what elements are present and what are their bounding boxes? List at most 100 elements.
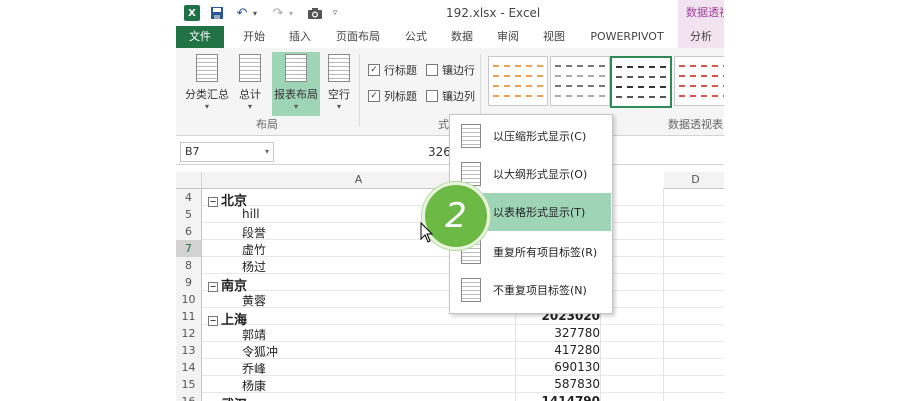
subtotals-icon [196,54,218,82]
row-headers-checkbox[interactable]: ✓ 行标题 [368,62,417,78]
cell-b-value[interactable]: 327780 [516,326,600,340]
redo-icon[interactable]: ↷ [270,4,286,22]
menu-item-label: 不重复项目标签(N) [493,284,587,297]
row-header-7[interactable]: 7 [176,240,202,258]
cell-b-value[interactable]: 690130 [516,360,600,374]
pivot-item-label[interactable]: 段誉 [242,224,266,241]
pivot-item-label[interactable]: 令狐冲 [242,343,278,360]
row-header-16[interactable]: 16 [176,393,202,401]
row-header-8[interactable]: 8 [176,257,202,275]
collapse-icon[interactable]: − [208,282,218,292]
menu-item-compact-form[interactable]: 以压缩形式显示(C) [451,117,611,155]
grand-totals-button[interactable]: 总计 ▾ [232,54,268,111]
pivot-style-orange[interactable] [488,56,548,106]
tab-analyze[interactable]: 分析 [678,26,724,48]
subtotals-button[interactable]: 分类汇总 ▾ [180,54,234,111]
menu-item-label: 以表格形式显示(T) [493,206,586,219]
row-header-4[interactable]: 4 [176,189,202,207]
tab-data[interactable]: 数据 [444,26,480,48]
cell-a-text: 杨康 [242,379,267,393]
title-bar: X ↶ ▾ ↷ ▾ ▿ 192.xlsx - Excel 数据透视 [176,0,724,26]
row-header-14[interactable]: 14 [176,359,202,377]
pivot-item-label[interactable]: 杨过 [242,258,266,275]
pivot-tools-context-title: 数据透视 [678,0,724,26]
tab-review[interactable]: 审阅 [490,26,526,48]
pivot-style-dark-selected[interactable] [610,56,672,108]
column-header-d[interactable]: D [664,172,724,189]
cell-b-value[interactable]: 1414790 [516,394,600,401]
row-header-13[interactable]: 13 [176,342,202,360]
collapse-icon[interactable]: − [208,197,218,207]
redo-dropdown-icon[interactable]: ▾ [286,4,296,22]
blank-rows-label: 空行 [328,88,350,101]
undo-icon[interactable]: ↶ [234,4,250,22]
pivot-item-label[interactable]: hill [242,207,260,221]
cell-a-text: 郭靖 [242,328,267,342]
group-label-layout: 布局 [256,118,278,131]
cell-a-text: 乔峰 [242,362,267,376]
tab-file[interactable]: 文件 [176,26,224,48]
banded-rows-checkbox[interactable]: 镶边行 [426,62,475,78]
pivot-style-red[interactable] [674,56,724,106]
window-title: 192.xlsx - Excel [446,6,541,20]
menu-item-label: 以大纲形式显示(O) [493,168,588,181]
chevron-down-icon: ▾ [204,102,209,111]
tab-insert[interactable]: 插入 [282,26,318,48]
checkmark-icon: ✓ [368,64,380,76]
pivot-item-label[interactable]: 杨康 [242,377,266,394]
menu-item-label: 以压缩形式显示(C) [493,130,587,143]
row-header-10[interactable]: 10 [176,291,202,309]
grid-line [202,341,724,342]
customize-qat-icon[interactable]: ▿ [330,4,340,22]
row-header-9[interactable]: 9 [176,274,202,292]
compact-form-icon [461,124,481,148]
ribbon-tabs: 文件 开始 插入 页面布局 公式 数据 审阅 视图 POWERPIVOT 分析 [176,26,724,49]
row-header-11[interactable]: 11 [176,308,202,326]
cell-b-value[interactable]: 587830 [516,377,600,391]
tab-view[interactable]: 视图 [536,26,572,48]
pivot-style-gray[interactable] [550,56,610,106]
cell-a-text: hill [242,207,260,221]
save-icon[interactable] [208,4,226,22]
row-header-6[interactable]: 6 [176,223,202,241]
camera-icon[interactable] [306,4,324,22]
grid-line [202,324,724,325]
report-layout-label: 报表布局 [274,88,318,101]
select-all-corner[interactable] [176,172,202,189]
row-header-15[interactable]: 15 [176,376,202,394]
pivot-item-label[interactable]: 郭靖 [242,326,266,343]
tab-powerpivot[interactable]: POWERPIVOT [584,26,670,48]
pivot-item-label[interactable]: 黄蓉 [242,292,266,309]
cell-a-text: 段誉 [242,226,267,240]
collapse-icon[interactable]: − [208,316,218,326]
tab-home[interactable]: 开始 [234,26,274,48]
grid-line [202,375,724,376]
blank-rows-button[interactable]: 空行 ▾ [324,54,354,111]
cell-a-text: 黄蓉 [242,294,267,308]
pivot-item-label[interactable]: 乔峰 [242,360,266,377]
cell-a-text: 杨过 [242,260,267,274]
blank-rows-icon [328,54,350,82]
chevron-down-icon: ▾ [293,102,298,111]
row-header-12[interactable]: 12 [176,325,202,343]
banded-cols-checkbox[interactable]: 镶边列 [426,88,475,104]
cell-b-value[interactable]: 417280 [516,343,600,357]
undo-dropdown-icon[interactable]: ▾ [250,4,260,22]
chevron-down-icon: ▾ [247,102,252,111]
tab-formulas[interactable]: 公式 [398,26,434,48]
name-box[interactable]: B7 ▾ [180,142,274,162]
unchecked-box-icon [426,90,438,102]
cell-a-text: 虚竹 [242,243,267,257]
pivot-item-label[interactable]: 虚竹 [242,241,266,258]
report-layout-button[interactable]: 报表布局 ▾ [272,52,320,116]
col-headers-checkbox[interactable]: ✓ 列标题 [368,88,417,104]
tab-page-layout[interactable]: 页面布局 [328,26,388,48]
row-header-5[interactable]: 5 [176,206,202,224]
chevron-down-icon: ▾ [336,102,341,111]
group-label-styles: 数据透视表 [668,118,723,131]
menu-item-no-repeat-labels[interactable]: 不重复项目标签(N) [451,271,611,309]
grand-totals-label: 总计 [239,88,261,101]
name-box-value: B7 [185,145,200,158]
chevron-down-icon[interactable]: ▾ [265,143,269,161]
pivot-group-label[interactable]: −武汉 [208,394,247,401]
